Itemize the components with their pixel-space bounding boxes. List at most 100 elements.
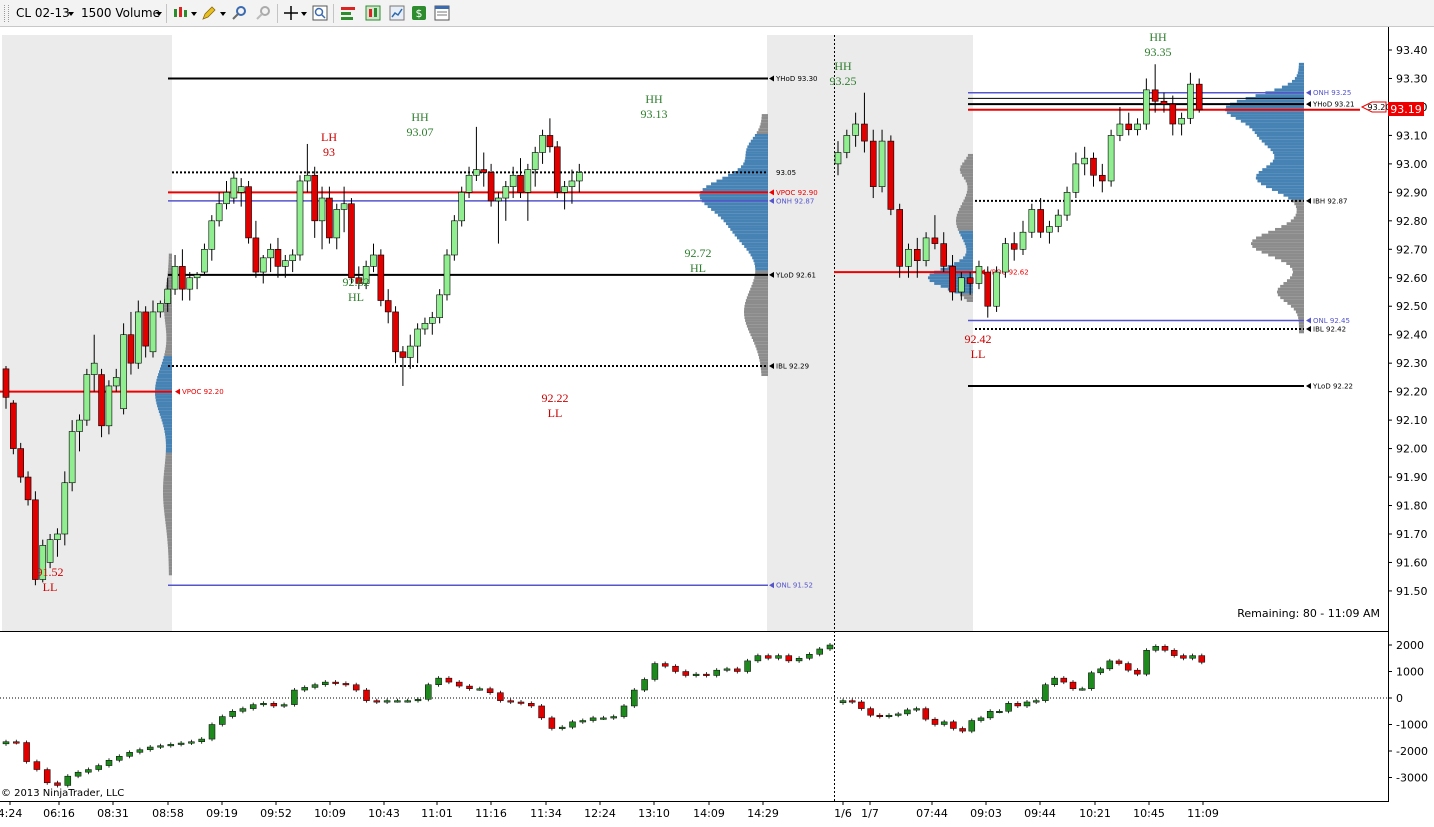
indicator-bar — [332, 681, 339, 684]
candle — [164, 288, 171, 304]
volume-profile-bar — [962, 236, 973, 240]
candle — [861, 123, 868, 142]
volume-profile-bar — [747, 327, 768, 331]
level-label: YLoD 92.61 — [775, 271, 816, 279]
time-tick-label: 08:58 — [152, 807, 184, 820]
volume-profile-bar — [707, 205, 768, 209]
indicator-tick-label: 1000 — [1396, 666, 1424, 679]
volume-profile-bar — [1281, 85, 1304, 89]
volume-profile-bar — [746, 324, 768, 328]
candle — [1081, 157, 1088, 165]
candle — [458, 192, 466, 222]
indicators-icon[interactable] — [365, 5, 381, 21]
zoom-out-icon[interactable] — [255, 5, 271, 21]
volume-profile-bar — [966, 182, 973, 186]
crosshair-icon[interactable] — [283, 5, 299, 21]
swing-label: 92.22 — [542, 391, 569, 405]
candle — [561, 186, 568, 193]
candle — [502, 186, 510, 199]
volume-profile-bar — [155, 381, 172, 385]
volume-profile-bar — [163, 498, 172, 502]
bar-style-icon[interactable] — [172, 5, 188, 21]
indicator-bar — [85, 769, 92, 773]
volume-profile-bar — [157, 404, 172, 408]
volume-profile-bar — [745, 153, 768, 157]
zoom-in-icon[interactable] — [231, 5, 247, 21]
indicator-bar — [188, 741, 195, 744]
dollar-icon[interactable]: $ — [411, 5, 427, 21]
volume-profile-bar — [959, 168, 973, 172]
bar-style-dropdown-icon[interactable] — [191, 12, 197, 16]
drawing-dropdown-icon[interactable] — [220, 12, 226, 16]
data-box-icon[interactable] — [312, 5, 328, 21]
volume-profile-bar — [1296, 208, 1304, 211]
candle — [186, 277, 194, 290]
properties-icon[interactable] — [434, 5, 450, 21]
volume-profile-bar — [700, 196, 768, 200]
candle — [399, 351, 407, 358]
candle — [215, 203, 223, 222]
volume-profile-bar — [168, 256, 172, 260]
volume-profile-bar — [163, 506, 172, 510]
price-tick-label: 93.10 — [1396, 129, 1428, 142]
volume-profile-bar — [165, 344, 172, 348]
volume-profile-bar — [166, 330, 172, 334]
indicator-bar — [394, 700, 401, 703]
pencil-icon[interactable] — [201, 5, 217, 21]
indicator-bar — [775, 655, 782, 659]
volume-profile-bar — [702, 188, 768, 191]
volume-profile-bar — [745, 321, 768, 325]
volume-profile-bar — [1276, 290, 1304, 294]
volume-profile-bar — [1252, 128, 1304, 132]
price-tick-label: 92.90 — [1396, 186, 1428, 199]
time-tick-label: 06:16 — [43, 807, 75, 820]
volume-profile-bar — [1277, 190, 1304, 194]
crosshair-dropdown-icon[interactable] — [301, 12, 307, 16]
volume-profile-bar — [168, 267, 172, 271]
volume-profile-bar — [758, 353, 768, 357]
volume-profile-bar — [1297, 313, 1304, 317]
level-label: IBL 92.42 — [1313, 326, 1346, 334]
candle — [274, 248, 282, 267]
candle — [480, 169, 488, 173]
volume-profile-bar — [965, 245, 973, 248]
indicator-bar — [904, 709, 911, 715]
volume-profile-bar — [1298, 316, 1304, 320]
volume-profile-bar — [163, 427, 172, 431]
candle — [149, 311, 157, 353]
toolbar-grip[interactable] — [4, 5, 9, 22]
candle — [975, 266, 983, 284]
candle — [531, 152, 539, 170]
instrument-selector[interactable]: CL 02-13 — [16, 6, 70, 20]
candle — [1169, 103, 1177, 125]
volume-profile-bar — [725, 222, 768, 226]
indicator-bar — [1078, 688, 1086, 691]
volume-profile-bar — [155, 398, 172, 402]
indicator-bar — [569, 721, 576, 728]
candle — [340, 203, 348, 210]
instrument-dropdown-icon[interactable] — [68, 12, 74, 16]
price-chart[interactable]: YHoD 93.30 VPOC 92.90ONH 92.87 YLoD 92.61 I… — [0, 27, 1434, 827]
indicator-bar — [167, 744, 175, 747]
volume-profile-bar — [1252, 239, 1304, 243]
line-chart-icon[interactable] — [389, 5, 405, 21]
indicator-tick-label: 0 — [1396, 692, 1403, 705]
volume-profile-bar — [1293, 307, 1304, 311]
indicator-bar — [1124, 663, 1132, 671]
volume-profile-bar — [168, 566, 172, 570]
candle — [1160, 100, 1168, 105]
indicator-bar — [950, 721, 957, 729]
volume-profile-bar — [753, 279, 768, 283]
period-dropdown-icon[interactable] — [156, 12, 162, 16]
strategies-icon[interactable] — [340, 5, 356, 21]
volume-profile-bar — [162, 421, 172, 425]
volume-profile-bar — [1286, 279, 1304, 283]
period-selector[interactable]: 1500 Volume — [81, 6, 160, 20]
volume-profile-bar — [1283, 282, 1304, 285]
volume-profile-bar — [1245, 122, 1304, 126]
candle — [326, 197, 333, 239]
candle — [406, 345, 414, 358]
volume-profile-bar — [167, 538, 172, 542]
volume-profile-bar — [162, 489, 172, 493]
level-arrow-icon — [175, 388, 180, 395]
